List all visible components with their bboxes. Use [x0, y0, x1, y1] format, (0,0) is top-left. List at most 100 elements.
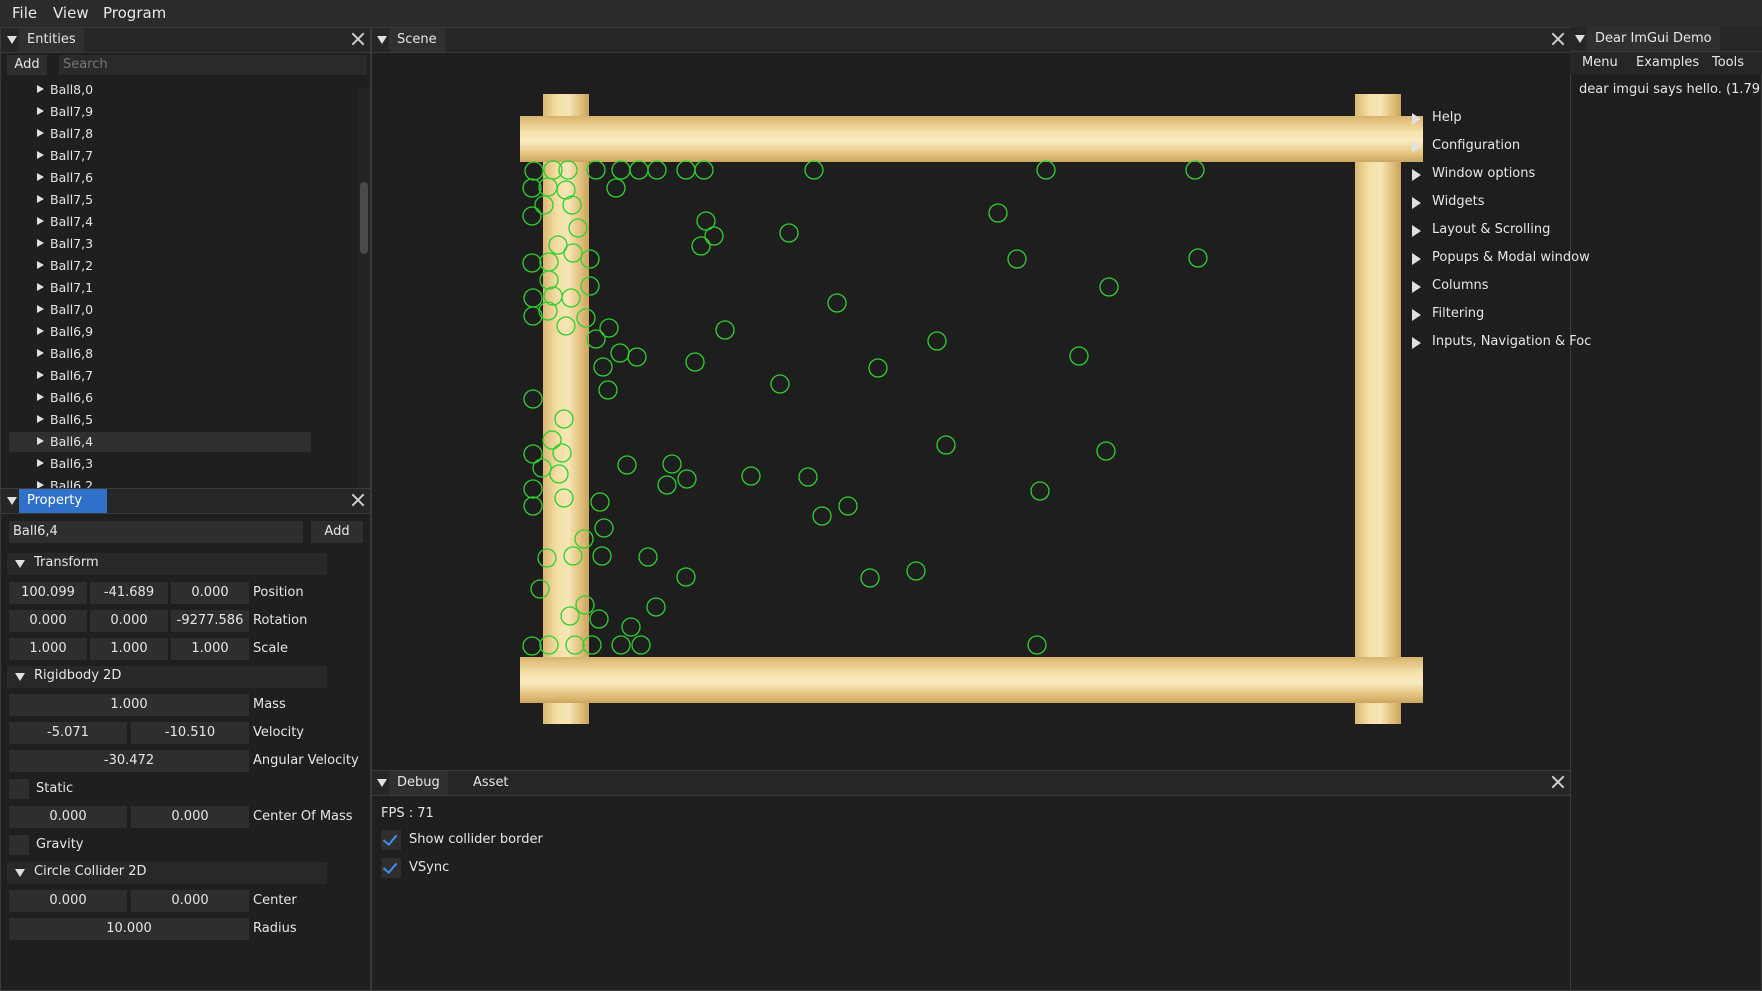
expand-arrow-icon[interactable] — [37, 239, 44, 247]
tab-entities[interactable]: Entities — [19, 28, 84, 52]
expand-arrow-icon[interactable] — [37, 349, 44, 357]
demo-section-header[interactable]: Widgets — [1404, 191, 1762, 215]
tab-scene[interactable]: Scene — [389, 28, 445, 52]
expand-arrow-icon[interactable] — [37, 415, 44, 423]
demo-section-header[interactable]: Filtering — [1404, 303, 1762, 327]
demo-menu-menu[interactable]: Menu — [1582, 55, 1618, 70]
rigidbody-header[interactable]: Rigidbody 2D — [7, 666, 327, 688]
demo-menu-examples[interactable]: Examples — [1636, 55, 1699, 70]
expand-arrow-icon[interactable] — [37, 151, 44, 159]
expand-arrow-icon[interactable] — [37, 261, 44, 269]
velocity-x[interactable]: -5.071 — [9, 722, 127, 744]
scale-z[interactable]: 1.000 — [171, 638, 249, 660]
demo-menu-tools[interactable]: Tools — [1712, 55, 1744, 70]
demo-section-header[interactable]: Layout & Scrolling — [1404, 219, 1762, 243]
entity-list-item[interactable]: Ball6,8 — [37, 344, 309, 364]
entity-list-item[interactable]: Ball7,2 — [37, 256, 309, 276]
collider-center-x[interactable]: 0.000 — [9, 890, 127, 912]
show-collider-checkbox[interactable] — [381, 830, 401, 850]
expand-arrow-icon[interactable] — [37, 327, 44, 335]
velocity-y[interactable]: -10.510 — [131, 722, 249, 744]
scrollbar-track[interactable] — [358, 88, 370, 488]
entity-list-item[interactable]: Ball7,5 — [37, 190, 309, 210]
center-of-mass-x[interactable]: 0.000 — [9, 806, 127, 828]
mass-field[interactable]: 1.000 — [9, 694, 249, 716]
rotation-x[interactable]: 0.000 — [9, 610, 87, 632]
scrollbar-thumb[interactable] — [360, 182, 368, 254]
entity-list-item[interactable]: Ball6,7 — [37, 366, 309, 386]
add-component-button[interactable]: Add — [311, 521, 363, 543]
menu-file[interactable]: File — [12, 4, 37, 22]
tab-demo[interactable]: Dear ImGui Demo — [1587, 27, 1720, 51]
expand-arrow-icon[interactable] — [37, 217, 44, 225]
rotation-y[interactable]: 0.000 — [90, 610, 168, 632]
static-checkbox[interactable] — [9, 779, 29, 799]
entity-list-item[interactable]: Ball7,6 — [37, 168, 309, 188]
expand-arrow-icon[interactable] — [37, 393, 44, 401]
menu-view[interactable]: View — [53, 4, 89, 22]
entity-list-item[interactable]: Ball7,7 — [37, 146, 309, 166]
demo-section-header[interactable]: Configuration — [1404, 135, 1762, 159]
collapse-icon[interactable] — [7, 497, 17, 505]
add-entity-button[interactable]: Add — [7, 55, 47, 75]
expand-arrow-icon[interactable] — [37, 305, 44, 313]
vsync-checkbox[interactable] — [381, 858, 401, 878]
entity-list-item[interactable]: Ball6,9 — [37, 322, 309, 342]
entity-list-item[interactable]: Ball7,1 — [37, 278, 309, 298]
entity-list-item[interactable]: Ball6,3 — [37, 454, 309, 474]
gravity-checkbox[interactable] — [9, 835, 29, 855]
angular-velocity-field[interactable]: -30.472 — [9, 750, 249, 772]
entity-list-item[interactable]: Ball7,0 — [37, 300, 309, 320]
demo-section-header[interactable]: Popups & Modal window — [1404, 247, 1762, 271]
tab-asset[interactable]: Asset — [465, 771, 517, 795]
demo-section-header[interactable]: Window options — [1404, 163, 1762, 187]
tab-debug[interactable]: Debug — [389, 771, 448, 795]
center-of-mass-y[interactable]: 0.000 — [131, 806, 249, 828]
entity-list-item[interactable]: Ball7,4 — [37, 212, 309, 232]
entity-name-input[interactable]: Ball6,4 — [9, 521, 303, 543]
rotation-z[interactable]: -9277.586 — [171, 610, 249, 632]
expand-arrow-icon[interactable] — [37, 173, 44, 181]
demo-section-header[interactable]: Inputs, Navigation & Foc — [1404, 331, 1762, 355]
close-icon[interactable] — [1551, 32, 1565, 46]
entity-list-item[interactable]: Ball6,6 — [37, 388, 309, 408]
entity-list-item[interactable]: Ball7,3 — [37, 234, 309, 254]
demo-hello-text: dear imgui says hello. (1.79 W — [1579, 82, 1762, 97]
close-icon[interactable] — [351, 493, 365, 507]
expand-arrow-icon[interactable] — [37, 371, 44, 379]
demo-section-label: Layout & Scrolling — [1432, 222, 1551, 237]
close-icon[interactable] — [351, 32, 365, 46]
collapse-icon[interactable] — [1575, 35, 1585, 43]
position-x[interactable]: 100.099 — [9, 582, 87, 604]
collapse-icon[interactable] — [7, 36, 17, 44]
close-icon[interactable] — [1551, 775, 1565, 789]
radius-field[interactable]: 10.000 — [9, 918, 249, 940]
expand-arrow-icon[interactable] — [37, 195, 44, 203]
expand-arrow-icon[interactable] — [37, 459, 44, 467]
demo-section-header[interactable]: Help — [1404, 107, 1762, 131]
entity-list-item[interactable]: Ball8,0 — [37, 80, 309, 100]
menu-program[interactable]: Program — [103, 4, 166, 22]
expand-arrow-icon[interactable] — [37, 437, 44, 445]
circle-collider-header[interactable]: Circle Collider 2D — [7, 862, 327, 884]
scale-y[interactable]: 1.000 — [90, 638, 168, 660]
demo-section-header[interactable]: Columns — [1404, 275, 1762, 299]
collapse-icon[interactable] — [377, 36, 387, 44]
expand-arrow-icon[interactable] — [37, 107, 44, 115]
tab-property[interactable]: Property — [19, 489, 107, 513]
entity-list-item[interactable]: Ball6,4 — [9, 432, 311, 452]
collapse-icon[interactable] — [377, 779, 387, 787]
search-input[interactable]: Search — [59, 55, 367, 75]
expand-arrow-icon[interactable] — [37, 129, 44, 137]
scene-viewport[interactable] — [372, 52, 1570, 770]
transform-header[interactable]: Transform — [7, 553, 327, 575]
expand-arrow-icon[interactable] — [37, 85, 44, 93]
entity-list-item[interactable]: Ball7,8 — [37, 124, 309, 144]
scale-x[interactable]: 1.000 — [9, 638, 87, 660]
entity-list-item[interactable]: Ball7,9 — [37, 102, 309, 122]
position-z[interactable]: 0.000 — [171, 582, 249, 604]
expand-arrow-icon[interactable] — [37, 283, 44, 291]
position-y[interactable]: -41.689 — [90, 582, 168, 604]
collider-center-y[interactable]: 0.000 — [131, 890, 249, 912]
entity-list-item[interactable]: Ball6,5 — [37, 410, 309, 430]
